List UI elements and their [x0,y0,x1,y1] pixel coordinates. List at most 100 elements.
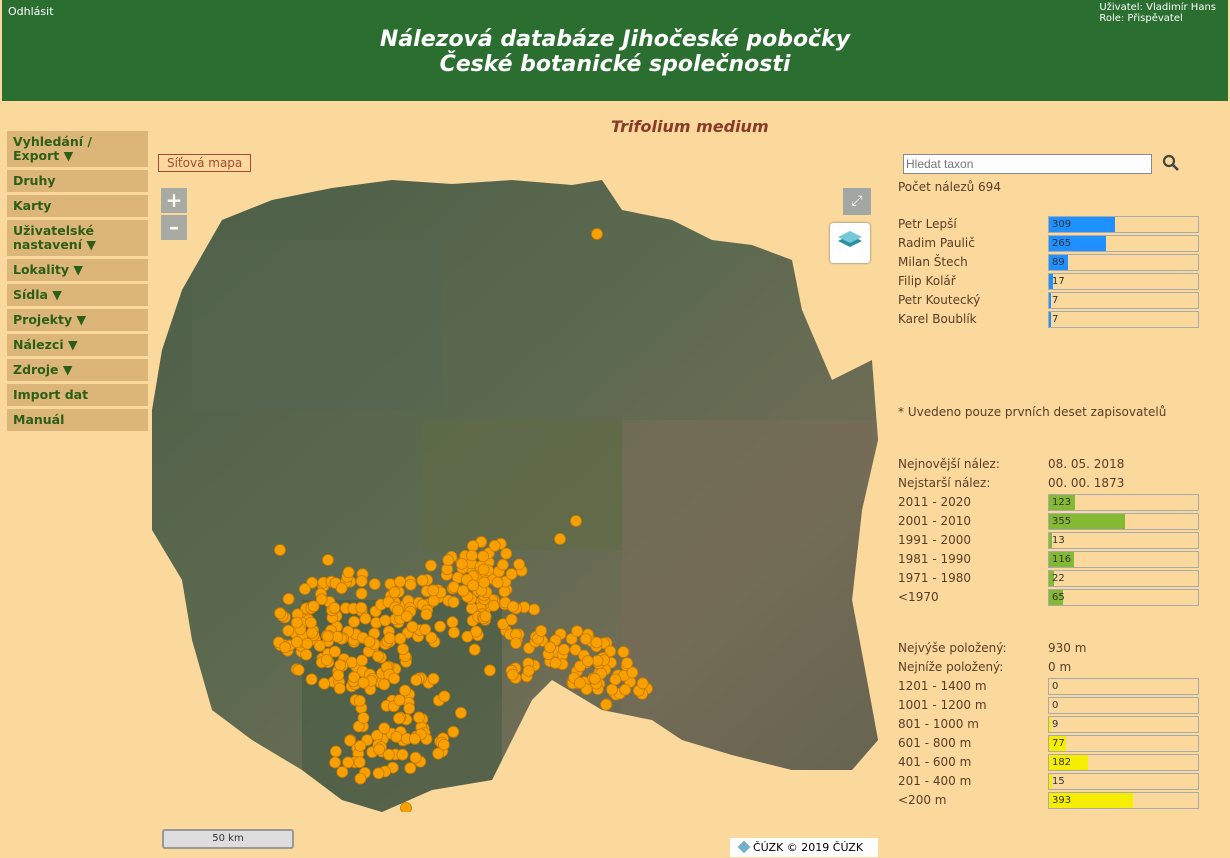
finding-marker[interactable] [498,585,511,598]
finding-marker[interactable] [354,740,367,752]
finding-marker[interactable] [282,593,295,605]
finding-marker[interactable] [348,671,360,684]
zoom-in-button[interactable]: + [161,188,187,213]
finding-marker[interactable] [378,722,391,735]
finding-marker[interactable] [588,672,601,685]
finding-marker[interactable] [410,674,423,687]
finding-marker[interactable] [329,645,341,658]
finding-marker[interactable] [388,586,401,599]
sidebar-item-settlements[interactable]: Sídla ▼ [7,284,148,306]
finding-marker[interactable] [373,743,386,756]
finding-marker[interactable] [434,620,447,633]
finding-marker[interactable] [579,633,592,646]
finding-marker[interactable] [329,756,342,769]
sidebar-item-sources[interactable]: Zdroje ▼ [7,359,148,381]
finding-marker[interactable] [342,756,355,769]
finding-marker[interactable] [581,655,594,667]
zoom-out-button[interactable]: – [161,215,187,240]
finding-marker[interactable] [390,731,403,743]
finding-marker[interactable] [513,558,526,571]
finding-marker[interactable] [621,657,634,670]
finding-marker[interactable] [505,613,518,626]
finding-marker[interactable] [301,637,314,650]
sidebar-item-species[interactable]: Druhy [7,170,148,192]
finding-marker[interactable] [590,636,603,649]
finding-marker[interactable] [292,664,305,676]
finding-marker[interactable] [394,575,407,588]
finding-marker[interactable] [491,576,504,589]
taxon-search-input[interactable] [903,154,1152,174]
finding-marker[interactable] [363,635,376,648]
finding-marker[interactable] [354,772,367,785]
finding-marker[interactable] [321,630,334,643]
finding-marker[interactable] [298,583,311,595]
finding-marker[interactable] [372,767,385,780]
finding-marker[interactable] [396,748,409,761]
finding-marker[interactable] [506,668,519,681]
finding-marker[interactable] [448,626,460,639]
finding-marker[interactable] [393,712,405,725]
finding-marker[interactable] [479,610,492,623]
finding-marker[interactable] [400,802,412,813]
finding-marker[interactable] [318,677,331,690]
finding-marker[interactable] [279,641,292,654]
finding-marker[interactable] [400,610,413,623]
finding-marker[interactable] [478,576,491,589]
finding-marker[interactable] [404,578,417,591]
finding-marker[interactable] [557,643,570,656]
finding-marker[interactable] [454,707,467,719]
finding-marker[interactable] [333,682,346,695]
finding-marker[interactable] [348,615,361,628]
finding-marker[interactable] [357,676,370,689]
distribution-map[interactable] [152,180,878,812]
finding-marker[interactable] [408,732,421,745]
finding-marker[interactable] [357,712,370,724]
finding-marker[interactable] [505,568,518,581]
finding-marker[interactable] [282,624,295,637]
finding-marker[interactable] [388,672,401,685]
finding-marker[interactable] [379,614,392,627]
finding-marker[interactable] [335,582,348,595]
finding-marker[interactable] [496,558,509,571]
finding-marker[interactable] [573,677,586,689]
finding-marker[interactable] [305,616,317,629]
sidebar-item-projects[interactable]: Projekty ▼ [7,309,148,331]
sidebar-item-cards[interactable]: Karty [7,195,148,217]
finding-marker[interactable] [488,539,501,552]
finding-marker[interactable] [378,678,391,691]
finding-marker[interactable] [406,620,419,633]
finding-marker[interactable] [437,738,450,751]
grid-map-button[interactable]: Síťová mapa [158,154,252,172]
finding-marker[interactable] [355,601,368,614]
sidebar-item-import[interactable]: Import dat [7,384,148,406]
finding-marker[interactable] [359,612,372,625]
finding-marker[interactable] [355,575,368,588]
finding-marker[interactable] [334,659,347,672]
finding-marker[interactable] [455,557,468,570]
finding-marker[interactable] [487,599,500,612]
finding-marker[interactable] [356,654,368,667]
finding-marker[interactable] [600,698,613,711]
finding-marker[interactable] [404,762,417,774]
finding-marker[interactable] [353,695,366,707]
search-icon[interactable] [1162,154,1180,172]
finding-marker[interactable] [342,566,355,579]
finding-marker[interactable] [425,559,437,572]
finding-marker[interactable] [619,683,632,696]
finding-marker[interactable] [466,549,478,562]
finding-marker[interactable] [447,596,460,609]
finding-marker[interactable] [328,601,341,614]
finding-marker[interactable] [427,672,440,685]
finding-marker[interactable] [383,632,396,645]
finding-marker[interactable] [307,600,320,613]
finding-marker[interactable] [397,643,409,656]
finding-marker[interactable] [322,554,334,566]
finding-marker[interactable] [447,726,460,738]
finding-marker[interactable] [393,694,406,706]
finding-marker[interactable] [468,643,481,656]
finding-marker[interactable] [336,766,349,778]
sidebar-item-localities[interactable]: Lokality ▼ [7,259,148,281]
finding-marker[interactable] [571,625,584,638]
finding-marker[interactable] [617,646,630,658]
finding-marker[interactable] [394,632,407,645]
